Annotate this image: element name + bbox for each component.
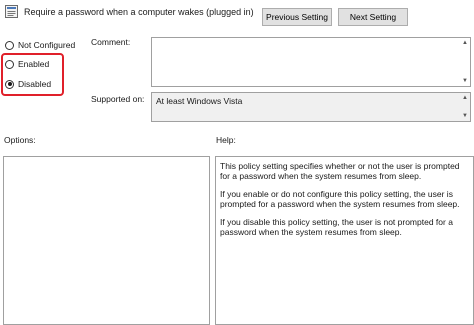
supported-on-field: At least Windows Vista ▲ ▼ (151, 92, 471, 122)
radio-enabled[interactable]: Enabled (5, 59, 49, 69)
help-paragraph: If you enable or do not configure this p… (220, 189, 460, 209)
policy-settings-icon (5, 5, 18, 18)
radio-not-configured[interactable]: Not Configured (5, 40, 75, 50)
radio-not-configured-label: Not Configured (18, 40, 76, 50)
options-panel (3, 156, 210, 325)
options-label: Options: (4, 135, 36, 145)
next-setting-button[interactable]: Next Setting (338, 8, 408, 26)
previous-setting-button[interactable]: Previous Setting (262, 8, 332, 26)
radio-disabled-label: Disabled (18, 79, 52, 89)
policy-title: Require a password when a computer wakes… (24, 7, 254, 17)
help-paragraph: This policy setting specifies whether or… (220, 161, 460, 181)
scroll-down-arrow-icon[interactable]: ▼ (461, 77, 469, 85)
supported-on-value: At least Windows Vista (156, 96, 243, 106)
comment-textarea[interactable]: ▲ ▼ (151, 37, 471, 87)
radio-enabled-circle[interactable] (5, 59, 14, 69)
radio-not-configured-circle[interactable] (5, 40, 14, 50)
radio-enabled-label: Enabled (18, 59, 50, 69)
comment-label: Comment: (91, 37, 131, 47)
help-paragraph: If you disable this policy setting, the … (220, 217, 453, 237)
scroll-up-arrow-icon[interactable]: ▲ (461, 39, 469, 47)
scroll-down-arrow-icon[interactable]: ▼ (461, 112, 469, 120)
radio-disabled-circle[interactable] (5, 79, 14, 89)
help-label: Help: (216, 135, 236, 145)
help-panel: This policy setting specifies whether or… (215, 156, 474, 325)
scroll-up-arrow-icon[interactable]: ▲ (461, 94, 469, 102)
supported-on-label: Supported on: (91, 94, 145, 104)
radio-disabled[interactable]: Disabled (5, 79, 51, 89)
